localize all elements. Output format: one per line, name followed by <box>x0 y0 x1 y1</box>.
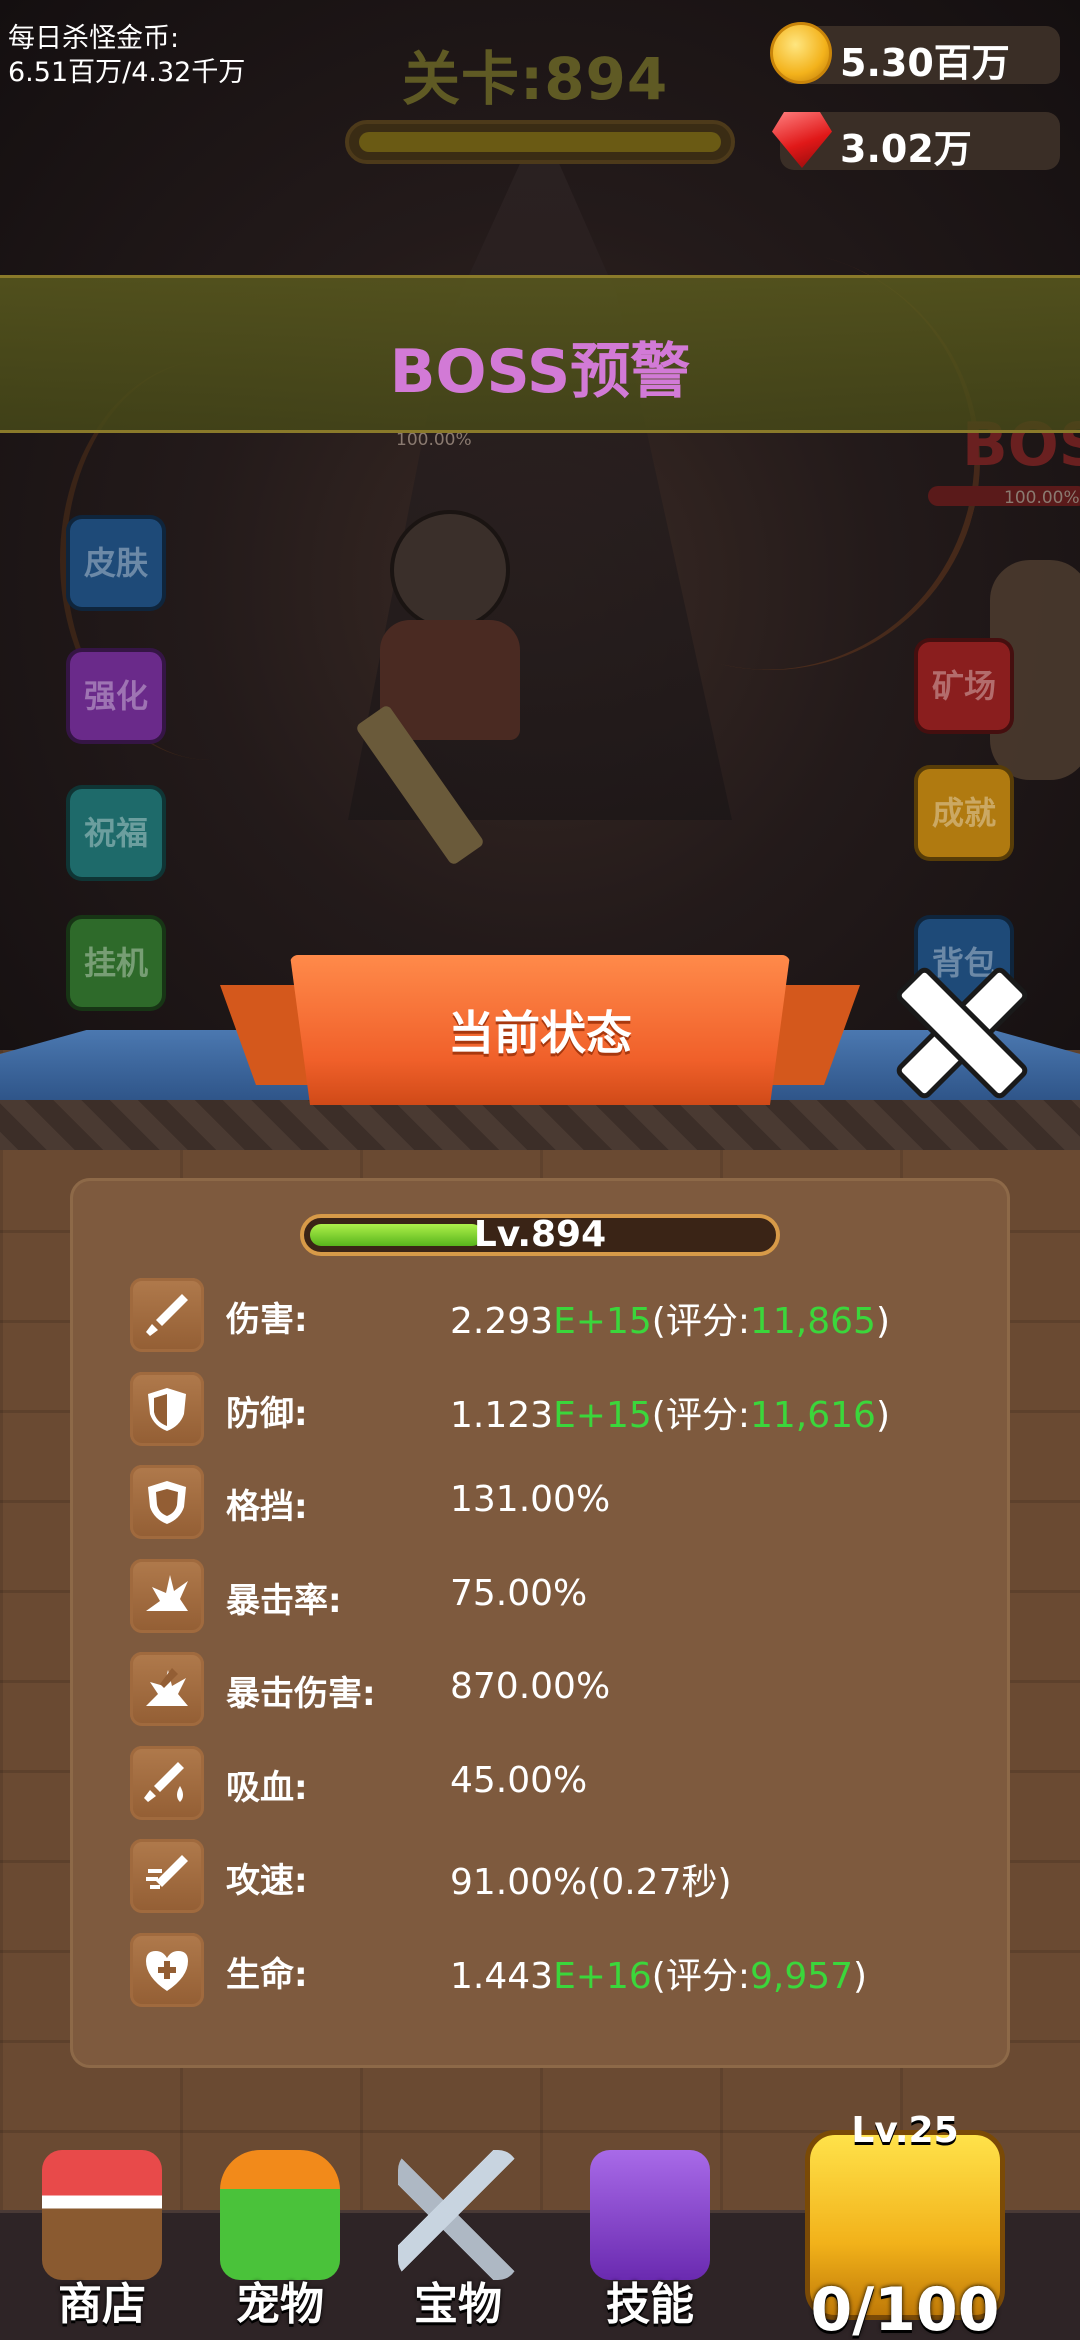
boss-warning-text: BOSS预警 <box>389 337 691 407</box>
stat-label: 伤害: <box>226 1300 308 1340</box>
stat-value-exponent: E+15 <box>553 1394 652 1436</box>
stat-label: 暴击伤害: <box>226 1674 376 1714</box>
stage-progress-fill <box>359 132 721 152</box>
side-left-button-3[interactable]: 挂机 <box>66 915 166 1011</box>
daily-kill-gold-value: 6.51百万/4.32千万 <box>8 57 246 88</box>
stat-score-close: ) <box>875 1301 890 1342</box>
stat-row: 伤害: 2.293E+15(评分:11,865) <box>130 1278 990 1352</box>
spellbook-icon <box>590 2150 710 2280</box>
hero-character <box>340 500 560 867</box>
nav-shop-label: 商店 <box>58 2279 146 2330</box>
stat-value: 870.00% <box>450 1666 610 1707</box>
stat-score-label: (评分: <box>651 1955 750 1997</box>
stat-score-value: 11,616 <box>749 1394 876 1436</box>
crit-burst-icon <box>130 1558 204 1633</box>
stat-value: 131.00% <box>450 1479 610 1520</box>
stat-row: 攻速: 91.00%(0.27秒) <box>130 1839 990 1913</box>
crit-damage-icon <box>130 1652 204 1726</box>
game-scene: 每日杀怪金币: 6.51百万/4.32千万 关卡:894 5.30百万 3.02… <box>0 0 1080 1060</box>
gem-counter[interactable]: 3.02万 <box>772 112 1060 171</box>
stat-label: 生命: <box>226 1954 308 1995</box>
attack-speed-icon <box>130 1839 204 1913</box>
stat-value: 1.443E+16(评分:9,957) <box>450 1947 867 1999</box>
stat-score-close: ) <box>875 1394 890 1436</box>
sword-icon <box>130 1278 204 1352</box>
stat-value: 75.00% <box>450 1573 587 1614</box>
coin-counter[interactable]: 5.30百万 <box>770 22 1060 85</box>
boss-hp-text: 100.00% <box>1004 488 1080 508</box>
side-left-button-1[interactable]: 强化 <box>66 648 166 744</box>
stat-value-main: 131.00% <box>450 1479 611 1520</box>
stat-value: 2.293E+15(评分:11,865) <box>450 1292 890 1344</box>
stat-value-main: 45.00% <box>450 1759 588 1801</box>
nav-treasure-label: 宝物 <box>414 2279 502 2330</box>
panel-title-ribbon: 当前状态 <box>290 955 790 1105</box>
close-icon[interactable] <box>890 960 1020 1090</box>
gem-icon <box>772 112 832 168</box>
stat-label: 暴击率: <box>226 1580 342 1621</box>
chest-count: 0/100 <box>810 2275 1000 2340</box>
coin-value: 5.30百万 <box>840 41 1010 85</box>
stat-row: 暴击率: 75.00% <box>130 1558 990 1633</box>
daily-kill-gold: 每日杀怪金币: 6.51百万/4.32千万 <box>8 22 245 90</box>
nav-pet-label: 宠物 <box>236 2279 324 2330</box>
stat-score-close: ) <box>853 1955 868 1997</box>
hero-head <box>390 510 510 630</box>
nav-skill[interactable]: 技能 <box>570 2150 730 2340</box>
stat-score-label: (评分: <box>651 1394 750 1436</box>
pet-icon <box>220 2150 340 2280</box>
stats-card: Lv.894 伤害: 2.293E+15(评分:11,865) 防御: 1.123E+… <box>70 1178 1010 2068</box>
panel-title: 当前状态 <box>448 1006 632 1060</box>
shop-icon <box>42 2150 162 2280</box>
daily-kill-gold-label: 每日杀怪金币: <box>8 23 180 54</box>
stat-score-value: 11,865 <box>749 1301 876 1342</box>
boss-warning-banner: BOSS预警 <box>0 275 1080 433</box>
treasure-chest[interactable]: Lv.25 0/100 <box>790 2100 1020 2340</box>
stat-label: 格挡: <box>226 1487 308 1527</box>
side-right-button-0[interactable]: 矿场 <box>914 638 1014 734</box>
nav-skill-label: 技能 <box>606 2279 694 2330</box>
heart-cross-icon <box>130 1932 204 2007</box>
coin-icon <box>770 22 832 84</box>
stat-value: 45.00% <box>450 1760 587 1801</box>
stat-row: 暴击伤害: 870.00% <box>130 1652 990 1726</box>
stat-score-label: (评分: <box>651 1301 750 1342</box>
stat-row: 格挡: 131.00% <box>130 1465 990 1539</box>
block-shield-icon <box>130 1465 204 1539</box>
stat-label: 防御: <box>226 1393 308 1434</box>
chest-level: Lv.25 <box>851 2110 959 2151</box>
stage-title: 关卡:894 <box>402 45 669 113</box>
crossed-swords-icon <box>398 2150 518 2280</box>
level-text: Lv.894 <box>473 1214 607 1255</box>
stat-value: 1.123E+15(评分:11,616) <box>450 1386 890 1438</box>
lifesteal-icon <box>130 1745 204 1820</box>
side-left-button-0[interactable]: 皮肤 <box>66 515 166 611</box>
shield-icon <box>130 1371 204 1446</box>
stat-value-main: 2.293 <box>450 1301 554 1342</box>
gem-value: 3.02万 <box>840 127 972 171</box>
nav-treasure[interactable]: 宝物 <box>378 2150 538 2340</box>
stat-value-exponent: E+15 <box>553 1301 652 1342</box>
stat-score-value: 9,957 <box>749 1955 854 1997</box>
stat-value-main: 91.00%(0.27秒) <box>450 1862 732 1903</box>
side-right-button-1[interactable]: 成就 <box>914 765 1014 861</box>
stat-row: 防御: 1.123E+15(评分:11,616) <box>130 1371 990 1446</box>
stat-value-main: 1.443 <box>450 1955 554 1997</box>
stage-progress-bar <box>345 120 735 164</box>
stat-value-main: 75.00% <box>450 1572 588 1614</box>
nav-shop[interactable]: 商店 <box>22 2150 182 2340</box>
hero-hp-text: 100.00% <box>396 430 472 450</box>
stat-label: 攻速: <box>226 1861 308 1901</box>
stat-row: 吸血: 45.00% <box>130 1745 990 1820</box>
stat-value-main: 870.00% <box>450 1666 611 1707</box>
stat-value-main: 1.123 <box>450 1394 554 1436</box>
side-left-button-2[interactable]: 祝福 <box>66 785 166 881</box>
nav-pet[interactable]: 宠物 <box>200 2150 360 2340</box>
level-progress-bar: Lv.894 <box>300 1214 780 1256</box>
stat-value: 91.00%(0.27秒) <box>450 1853 732 1905</box>
stat-value-exponent: E+16 <box>553 1955 652 1997</box>
stat-row: 生命: 1.443E+16(评分:9,957) <box>130 1932 990 2007</box>
stat-label: 吸血: <box>226 1767 308 1808</box>
